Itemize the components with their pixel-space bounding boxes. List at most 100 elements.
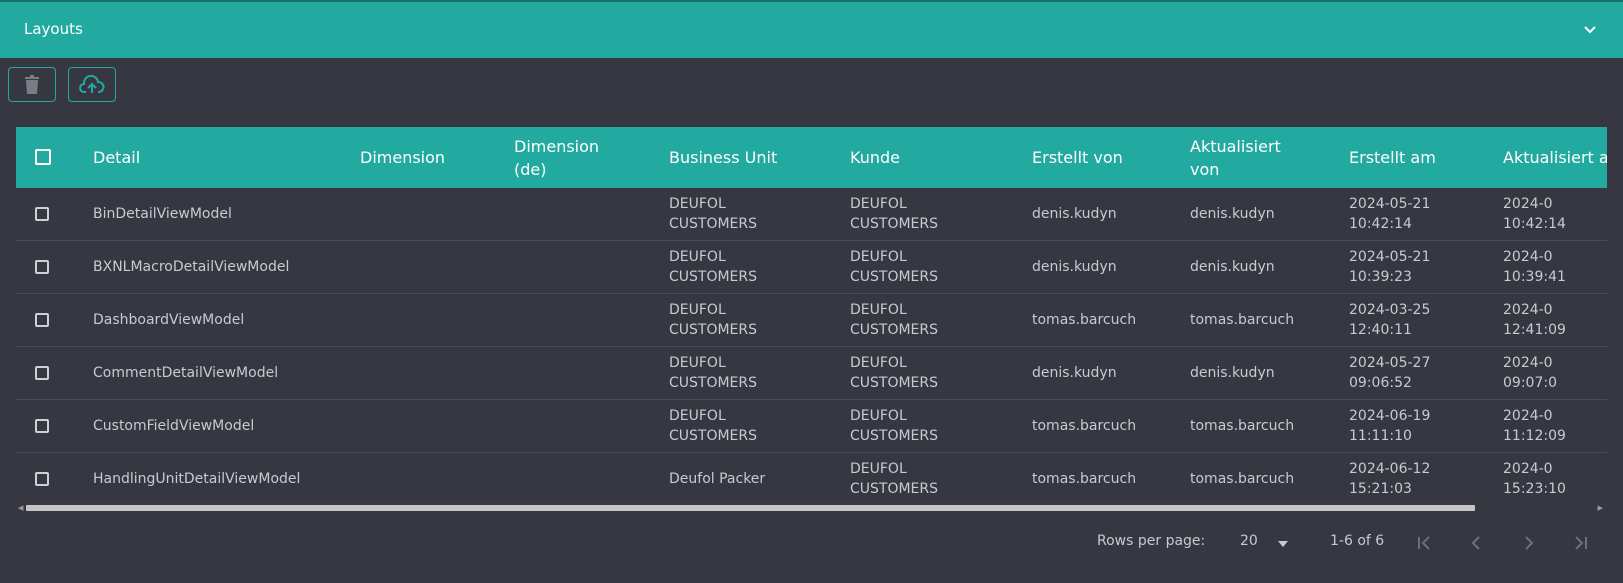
cell-aktualisiert-von: denis.kudyn — [1190, 206, 1275, 222]
aktualisiert-am-time: 15:23:10 — [1503, 481, 1566, 497]
column-header-dimension[interactable]: Dimension — [360, 127, 445, 188]
aktualisiert-am-time: 12:41:09 — [1503, 322, 1566, 338]
erstellt-am-date: 2024-05-21 — [1349, 249, 1431, 265]
cell-business-unit: DEUFOL CUSTOMERS — [669, 196, 758, 232]
cell-aktualisiert-am: 2024-0 11:12:09 — [1503, 400, 1566, 452]
cloud-upload-icon — [79, 74, 105, 93]
column-header-business-unit[interactable]: Business Unit — [669, 127, 777, 188]
table-row[interactable]: CustomFieldViewModel DEUFOL CUSTOMERS DE… — [16, 400, 1607, 453]
cell-detail: DashboardViewModel — [93, 312, 245, 328]
cell-aktualisiert-von: denis.kudyn — [1190, 365, 1275, 381]
aktualisiert-am-time: 09:07:0 — [1503, 375, 1557, 391]
column-header-dimension-de[interactable]: Dimension (de) — [514, 127, 624, 188]
erstellt-am-date: 2024-05-27 — [1349, 355, 1431, 371]
previous-page-icon[interactable] — [1467, 534, 1487, 552]
erstellt-am-time: 10:42:14 — [1349, 216, 1412, 232]
cell-erstellt-am: 2024-05-21 10:42:14 — [1349, 188, 1430, 240]
cell-erstellt-von: denis.kudyn — [1032, 206, 1117, 222]
table-row[interactable]: BXNLMacroDetailViewModel DEUFOL CUSTOMER… — [16, 241, 1607, 294]
panel-header[interactable]: Layouts — [0, 0, 1623, 58]
next-page-icon[interactable] — [1518, 534, 1538, 552]
aktualisiert-am-time: 11:12:09 — [1503, 428, 1566, 444]
upload-button[interactable] — [68, 67, 116, 102]
layouts-panel: Layouts Detail Dimension Dimension (de) … — [0, 0, 1623, 583]
column-header-aktualisiert-von[interactable]: Aktualisiert von — [1190, 127, 1300, 188]
aktualisiert-am-date: 2024-0 — [1503, 302, 1553, 318]
delete-button[interactable] — [8, 67, 56, 102]
dropdown-caret-icon[interactable] — [1277, 538, 1289, 550]
rows-per-page-label: Rows per page: — [1097, 533, 1206, 549]
erstellt-am-time: 11:11:10 — [1349, 428, 1412, 444]
table-row[interactable]: HandlingUnitDetailViewModel Deufol Packe… — [16, 453, 1607, 506]
cell-business-unit: Deufol Packer — [669, 471, 766, 487]
table-row[interactable]: BinDetailViewModel DEUFOL CUSTOMERS DEUF… — [16, 188, 1607, 241]
aktualisiert-am-date: 2024-0 — [1503, 249, 1553, 265]
rows-per-page-select[interactable]: 20 — [1240, 533, 1258, 553]
chevron-down-icon[interactable] — [1582, 23, 1598, 37]
cell-business-unit: DEUFOL CUSTOMERS — [669, 408, 758, 444]
cell-detail: BXNLMacroDetailViewModel — [93, 259, 290, 275]
cell-business-unit: DEUFOL CUSTOMERS — [669, 302, 758, 338]
cell-aktualisiert-am: 2024-0 09:07:0 — [1503, 347, 1557, 399]
table-row[interactable]: CommentDetailViewModel DEUFOL CUSTOMERS … — [16, 347, 1607, 400]
cell-erstellt-am: 2024-05-21 10:39:23 — [1349, 241, 1430, 293]
erstellt-am-time: 15:21:03 — [1349, 481, 1412, 497]
cell-erstellt-von: denis.kudyn — [1032, 259, 1117, 275]
select-all-checkbox[interactable] — [35, 149, 51, 165]
row-checkbox[interactable] — [35, 419, 49, 433]
scroll-right-icon[interactable]: ▶ — [1598, 504, 1603, 512]
cell-erstellt-von: tomas.barcuch — [1032, 418, 1137, 434]
scrollbar-thumb[interactable] — [26, 505, 1475, 511]
cell-erstellt-von: tomas.barcuch — [1032, 471, 1137, 487]
cell-erstellt-am: 2024-06-19 11:11:10 — [1349, 400, 1430, 452]
horizontal-scrollbar[interactable]: ◀ ▶ — [16, 503, 1607, 513]
first-page-icon[interactable] — [1415, 534, 1435, 552]
last-page-icon[interactable] — [1570, 534, 1590, 552]
cell-business-unit: DEUFOL CUSTOMERS — [669, 355, 758, 391]
erstellt-am-time: 12:40:11 — [1349, 322, 1412, 338]
column-header-aktualisiert-am[interactable]: Aktualisiert am — [1503, 127, 1607, 188]
cell-kunde: DEUFOL CUSTOMERS — [850, 249, 939, 285]
row-checkbox[interactable] — [35, 260, 49, 274]
column-header-detail[interactable]: Detail — [93, 127, 140, 188]
scroll-left-icon[interactable]: ◀ — [18, 504, 23, 512]
cell-aktualisiert-von: tomas.barcuch — [1190, 418, 1295, 434]
erstellt-am-time: 09:06:52 — [1349, 375, 1412, 391]
cell-erstellt-am: 2024-06-12 15:21:03 — [1349, 453, 1430, 505]
table-header: Detail Dimension Dimension (de) Business… — [16, 127, 1607, 188]
erstellt-am-date: 2024-06-12 — [1349, 461, 1431, 477]
column-header-erstellt-von[interactable]: Erstellt von — [1032, 127, 1123, 188]
erstellt-am-date: 2024-06-19 — [1349, 408, 1431, 424]
cell-kunde: DEUFOL CUSTOMERS — [850, 302, 939, 338]
rows-per-page-value: 20 — [1240, 533, 1258, 549]
cell-erstellt-am: 2024-03-25 12:40:11 — [1349, 294, 1430, 346]
cell-detail: HandlingUnitDetailViewModel — [93, 471, 301, 487]
trash-icon — [25, 74, 39, 94]
cell-kunde: DEUFOL CUSTOMERS — [850, 355, 939, 391]
cell-kunde: DEUFOL CUSTOMERS — [850, 196, 939, 232]
cell-aktualisiert-von: tomas.barcuch — [1190, 312, 1295, 328]
panel-title: Layouts — [24, 20, 83, 38]
cell-detail: BinDetailViewModel — [93, 206, 232, 222]
cell-aktualisiert-von: denis.kudyn — [1190, 259, 1275, 275]
column-header-kunde[interactable]: Kunde — [850, 127, 900, 188]
cell-aktualisiert-von: tomas.barcuch — [1190, 471, 1295, 487]
row-checkbox[interactable] — [35, 472, 49, 486]
row-checkbox[interactable] — [35, 366, 49, 380]
column-header-erstellt-am[interactable]: Erstellt am — [1349, 127, 1436, 188]
aktualisiert-am-time: 10:39:41 — [1503, 269, 1566, 285]
erstellt-am-date: 2024-05-21 — [1349, 196, 1431, 212]
erstellt-am-date: 2024-03-25 — [1349, 302, 1431, 318]
cell-detail: CommentDetailViewModel — [93, 365, 279, 381]
page-range: 1-6 of 6 — [1330, 533, 1385, 549]
row-checkbox[interactable] — [35, 207, 49, 221]
layouts-table: Detail Dimension Dimension (de) Business… — [16, 127, 1607, 510]
row-checkbox[interactable] — [35, 313, 49, 327]
erstellt-am-time: 10:39:23 — [1349, 269, 1412, 285]
aktualisiert-am-time: 10:42:14 — [1503, 216, 1566, 232]
cell-erstellt-von: denis.kudyn — [1032, 365, 1117, 381]
table-row[interactable]: DashboardViewModel DEUFOL CUSTOMERS DEUF… — [16, 294, 1607, 347]
cell-detail: CustomFieldViewModel — [93, 418, 255, 434]
cell-kunde: DEUFOL CUSTOMERS — [850, 461, 939, 497]
cell-aktualisiert-am: 2024-0 12:41:09 — [1503, 294, 1566, 346]
